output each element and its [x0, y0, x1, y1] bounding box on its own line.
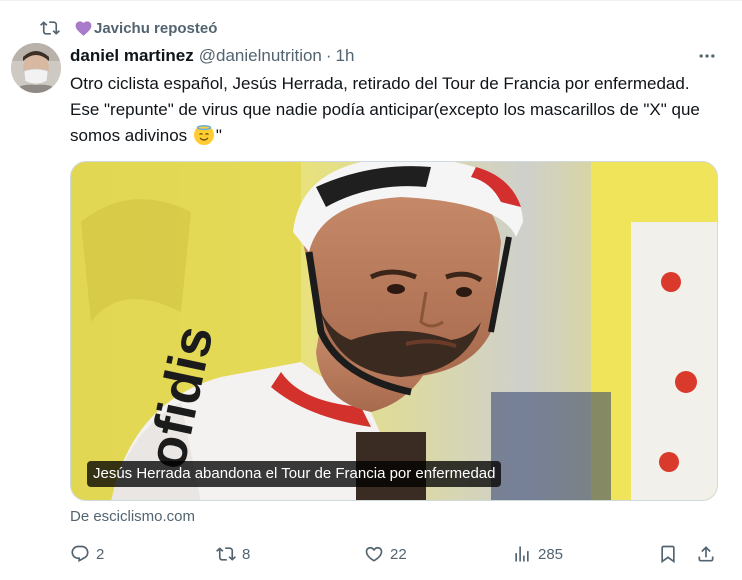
header-separator: · [325, 46, 332, 65]
purple-heart-icon [75, 20, 92, 36]
tweet-actions: 2 8 22 285 [70, 539, 720, 569]
tweet-timestamp[interactable]: 1h [336, 46, 355, 66]
retweet-count: 8 [242, 545, 251, 563]
retweet-icon [216, 547, 236, 561]
media-caption: Jesús Herrada abandona el Tour de Franci… [87, 461, 502, 487]
retweet-button[interactable]: 8 [216, 539, 250, 569]
repost-icon [40, 21, 60, 35]
more-options-button[interactable] [690, 45, 724, 67]
views-button[interactable]: 285 [512, 539, 563, 569]
link-source[interactable]: De esciclismo.com [70, 508, 195, 525]
tweet-text-end: " [215, 126, 222, 145]
avatar[interactable] [11, 43, 61, 93]
author-name[interactable]: daniel martinez [70, 46, 194, 66]
smiling-face-with-halo-emoji [193, 125, 214, 145]
more-icon [699, 54, 715, 58]
repost-context[interactable]: Javichu reposteó [40, 16, 217, 40]
tweet-media-card[interactable]: ofidis Jesús Herrada abandona el Tour de… [70, 161, 718, 501]
cyclist-photo: ofidis [71, 162, 717, 500]
bookmark-button[interactable] [658, 539, 678, 569]
like-count: 22 [390, 545, 407, 563]
tweet-text: Otro ciclista español, Jesús Herrada, re… [70, 71, 720, 149]
like-button[interactable]: 22 [364, 539, 407, 569]
tweet-card[interactable]: Javichu reposteó daniel martinez @daniel… [0, 0, 742, 580]
bookmark-icon [661, 545, 675, 564]
share-button[interactable] [696, 539, 716, 569]
reply-icon [71, 545, 89, 563]
avatar-photo [11, 43, 61, 93]
tweet-text-main: Otro ciclista español, Jesús Herrada, re… [70, 74, 700, 145]
share-icon [698, 546, 714, 562]
reply-button[interactable]: 2 [70, 539, 104, 569]
heart-icon [365, 546, 383, 562]
views-icon [515, 546, 529, 562]
tweet-header: daniel martinez @danielnutrition · 1h [70, 45, 354, 67]
repost-label: Javichu reposteó [94, 19, 218, 37]
views-count: 285 [538, 545, 564, 563]
reply-count: 2 [96, 545, 105, 563]
author-handle[interactable]: @danielnutrition [199, 46, 322, 66]
